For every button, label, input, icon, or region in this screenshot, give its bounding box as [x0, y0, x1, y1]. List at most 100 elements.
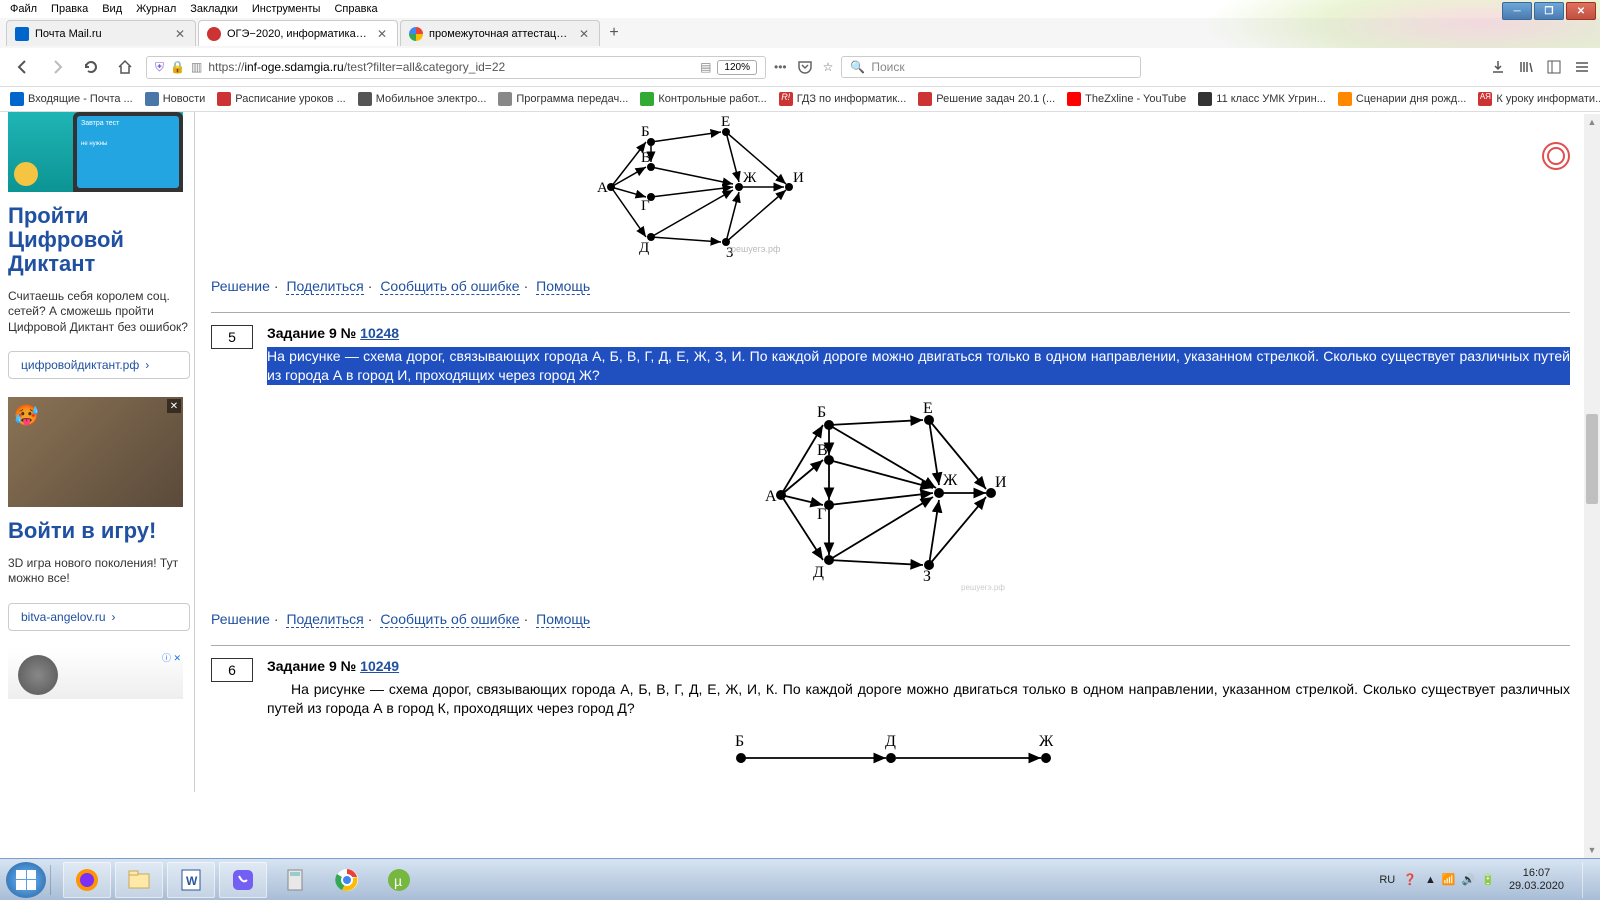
ad-close-icon[interactable]: ✕ — [167, 399, 181, 413]
tab-close-icon[interactable]: ✕ — [173, 27, 187, 41]
taskbar: W µ RU ❓ ▲ 📶 🔊 🔋 16:07 29.03.2020 — [0, 858, 1600, 900]
tray-volume-icon[interactable]: 🔊 — [1462, 873, 1476, 886]
star-icon[interactable]: ☆ — [823, 60, 834, 74]
menu-bookmarks[interactable]: Закладки — [190, 3, 238, 15]
ad-image[interactable]: ✕ 🥵 — [8, 397, 183, 507]
bookmark-item[interactable]: TheZxline - YouTube — [1067, 92, 1186, 106]
taskbar-app-viber[interactable] — [219, 862, 267, 898]
menu-file[interactable]: Файл — [10, 3, 37, 15]
taskbar-app-word[interactable]: W — [167, 862, 215, 898]
help-link[interactable]: Помощь — [536, 278, 590, 295]
download-icon[interactable] — [1490, 59, 1506, 75]
forward-button[interactable] — [44, 54, 70, 80]
favicon-icon — [217, 92, 231, 106]
phone-mockup: Завтра тестне нужны — [73, 112, 183, 192]
menu-edit[interactable]: Правка — [51, 3, 88, 15]
menu-icon[interactable] — [1574, 59, 1590, 75]
tab-close-icon[interactable]: ✕ — [375, 27, 389, 41]
bookmark-item[interactable]: Мобильное электро... — [358, 92, 487, 106]
back-button[interactable] — [10, 54, 36, 80]
tray-lang[interactable]: RU — [1379, 874, 1395, 886]
bookmark-item[interactable]: Новости — [145, 92, 206, 106]
taskbar-app-firefox[interactable] — [63, 862, 111, 898]
help-float-button[interactable] — [1542, 142, 1570, 170]
bookmark-item[interactable]: Контрольные работ... — [640, 92, 766, 106]
vertical-scrollbar[interactable]: ▲ ▼ — [1584, 114, 1600, 858]
ad-title[interactable]: Войти в игру! — [8, 515, 190, 547]
help-link[interactable]: Помощь — [536, 611, 590, 628]
taskbar-apps: W µ — [63, 862, 423, 898]
reader-icon[interactable]: ▤ — [700, 60, 711, 74]
adchoices-icon[interactable]: ⓘ ✕ — [162, 651, 181, 664]
bookmark-item[interactable]: Программа передач... — [498, 92, 628, 106]
tab-mailru[interactable]: Почта Mail.ru ✕ — [6, 20, 196, 46]
scroll-thumb[interactable] — [1586, 414, 1598, 504]
reload-button[interactable] — [78, 54, 104, 80]
bookmark-item[interactable]: АЯК уроку информати... — [1478, 92, 1600, 106]
share-link[interactable]: Поделиться — [286, 611, 363, 628]
bookmark-item[interactable]: Входящие - Почта ... — [10, 92, 133, 106]
taskbar-app-chrome[interactable] — [323, 862, 371, 898]
new-tab-button[interactable]: + — [602, 21, 626, 45]
ad-title[interactable]: Пройти Цифровой Диктант — [8, 200, 190, 281]
url-bar[interactable]: ⛨ 🔒 ▥ https://inf-oge.sdamgia.ru/test?fi… — [146, 56, 766, 79]
ad-link-button[interactable]: bitva-angelov.ru — [8, 603, 190, 631]
tab-google[interactable]: промежуточная аттестация 9 класс ✕ — [400, 20, 600, 46]
solution-link[interactable]: Решение — [211, 278, 270, 294]
solution-link[interactable]: Решение — [211, 611, 270, 627]
show-desktop-button[interactable] — [1582, 862, 1594, 898]
svg-text:А: А — [765, 488, 777, 505]
svg-text:Д: Д — [813, 564, 824, 581]
taskbar-app-calculator[interactable] — [271, 862, 319, 898]
zoom-badge[interactable]: 120% — [717, 60, 757, 75]
scroll-up-button[interactable]: ▲ — [1584, 114, 1600, 130]
taskbar-app-utorrent[interactable]: µ — [375, 862, 423, 898]
menu-tools[interactable]: Инструменты — [252, 3, 321, 15]
start-button[interactable] — [6, 862, 46, 898]
ad-link-button[interactable]: цифровойдиктант.рф — [8, 351, 190, 379]
tray-help-icon[interactable]: ❓ — [1403, 873, 1417, 886]
menu-view[interactable]: Вид — [102, 3, 122, 15]
home-button[interactable] — [112, 54, 138, 80]
report-link[interactable]: Сообщить об ошибке — [380, 611, 519, 628]
tab-close-icon[interactable]: ✕ — [577, 27, 591, 41]
bookmark-item[interactable]: Решение задач 20.1 (... — [918, 92, 1055, 106]
bookmark-item[interactable]: 11 класс УМК Угрин... — [1198, 92, 1326, 106]
svg-text:В: В — [817, 442, 828, 459]
permission-icon: ▥ — [191, 60, 202, 74]
svg-text:решуегэ.рф: решуегэ.рф — [731, 244, 781, 254]
menu-history[interactable]: Журнал — [136, 3, 176, 15]
minimize-button[interactable]: ─ — [1502, 2, 1532, 20]
scroll-down-button[interactable]: ▼ — [1584, 842, 1600, 858]
share-link[interactable]: Поделиться — [286, 278, 363, 295]
bookmark-item[interactable]: Сценарии дня рожд... — [1338, 92, 1466, 106]
close-button[interactable]: ✕ — [1566, 2, 1596, 20]
taskbar-app-explorer[interactable] — [115, 862, 163, 898]
tab-title: ОГЭ−2020, информатика: задания, — [227, 28, 369, 40]
svg-text:А: А — [597, 180, 608, 196]
tab-sdamgia[interactable]: ОГЭ−2020, информатика: задания, ✕ — [198, 20, 398, 46]
task-id-link[interactable]: 10249 — [360, 658, 399, 674]
library-icon[interactable] — [1518, 59, 1534, 75]
ad-banner[interactable]: ⓘ ✕ — [8, 649, 183, 699]
pocket-icon[interactable] — [797, 59, 813, 75]
bookmark-item[interactable]: R!ГДЗ по информатик... — [779, 92, 907, 106]
tray-network-icon[interactable]: 📶 — [1442, 873, 1456, 886]
task-id-link[interactable]: 10248 — [360, 325, 399, 341]
svg-text:Г: Г — [641, 198, 650, 214]
menu-help[interactable]: Справка — [334, 3, 377, 15]
sidebar-icon[interactable] — [1546, 59, 1562, 75]
ellipsis-icon[interactable]: ••• — [774, 60, 787, 74]
svg-text:Е: Е — [721, 114, 730, 130]
toolbar-icons — [1490, 59, 1590, 75]
bookmark-item[interactable]: Расписание уроков ... — [217, 92, 345, 106]
report-link[interactable]: Сообщить об ошибке — [380, 278, 519, 295]
maximize-button[interactable]: ❐ — [1534, 2, 1564, 20]
task-text-selected[interactable]: На рисунке — схема дорог, связывающих го… — [267, 347, 1570, 385]
ad-banner[interactable]: Завтра тестне нужны — [8, 112, 183, 192]
tray-flag-icon[interactable]: ▲ — [1425, 874, 1436, 886]
tray-clock[interactable]: 16:07 29.03.2020 — [1503, 867, 1570, 891]
search-bar[interactable]: 🔍 Поиск — [841, 56, 1141, 78]
svg-text:Б: Б — [817, 404, 826, 421]
tray-battery-icon[interactable]: 🔋 — [1481, 873, 1495, 886]
